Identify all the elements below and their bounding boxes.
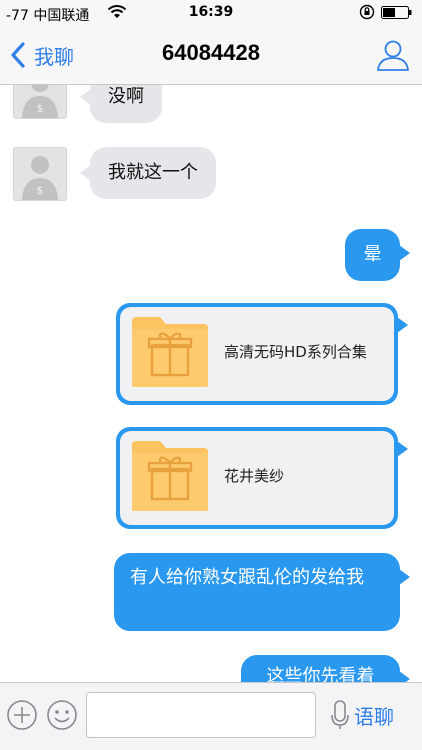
status-bar: -77 中国联通 16:39 [0, 0, 422, 26]
rotation-lock-icon [359, 4, 375, 20]
nav-bar: 我聊 64084428 [0, 26, 422, 85]
message-text: 有人给你熟女跟乱伦的发给我 [130, 567, 364, 588]
message-text: 这些你先看着 [266, 666, 375, 682]
contact-avatar[interactable]: $ [13, 85, 67, 119]
outgoing-message[interactable]: 这些你先看着 [241, 655, 410, 682]
outgoing-message[interactable]: 晕 [345, 229, 410, 281]
emoji-icon[interactable] [46, 699, 78, 731]
chat-title: 64084428 [162, 40, 260, 65]
message-input[interactable] [86, 692, 316, 738]
contact-avatar[interactable]: $ [13, 147, 67, 201]
voice-chat-label: 语聊 [354, 704, 394, 729]
microphone-icon [331, 700, 349, 729]
file-message[interactable]: 高清无码HD系列合集 [116, 303, 408, 405]
voice-chat-button[interactable]: 语聊 [330, 698, 394, 732]
message-text: 晕 [363, 244, 382, 265]
default-avatar-icon: $ [14, 85, 66, 118]
incoming-message[interactable]: 我就这一个 [80, 147, 216, 199]
gift-folder-icon [132, 441, 208, 511]
message-text: 我就这一个 [108, 162, 198, 183]
plus-icon[interactable] [6, 699, 38, 731]
file-card-body: 花井美纱 [120, 431, 394, 525]
file-message[interactable]: 花井美纱 [116, 427, 408, 529]
default-avatar-icon: $ [14, 148, 66, 200]
file-card-body: 高清无码HD系列合集 [120, 307, 394, 401]
battery-icon [381, 6, 412, 19]
gift-folder-icon [132, 317, 208, 387]
profile-icon[interactable] [376, 38, 410, 72]
svg-text:$: $ [37, 184, 44, 197]
incoming-message[interactable]: 没啊 [80, 85, 162, 123]
file-name: 花井美纱 [224, 467, 285, 485]
svg-text:$: $ [37, 102, 44, 115]
outgoing-message[interactable]: 有人给你熟女跟乱伦的发给我 [114, 553, 410, 631]
chat-area[interactable]: $ 没啊 $ 我就这一个 晕 高清无码HD系列合集 花井美纱 有人给你熟女跟乱伦… [0, 85, 422, 682]
file-name: 高清无码HD系列合集 [224, 343, 367, 361]
message-text: 没啊 [108, 86, 144, 107]
input-bar: 语聊 [0, 682, 422, 750]
